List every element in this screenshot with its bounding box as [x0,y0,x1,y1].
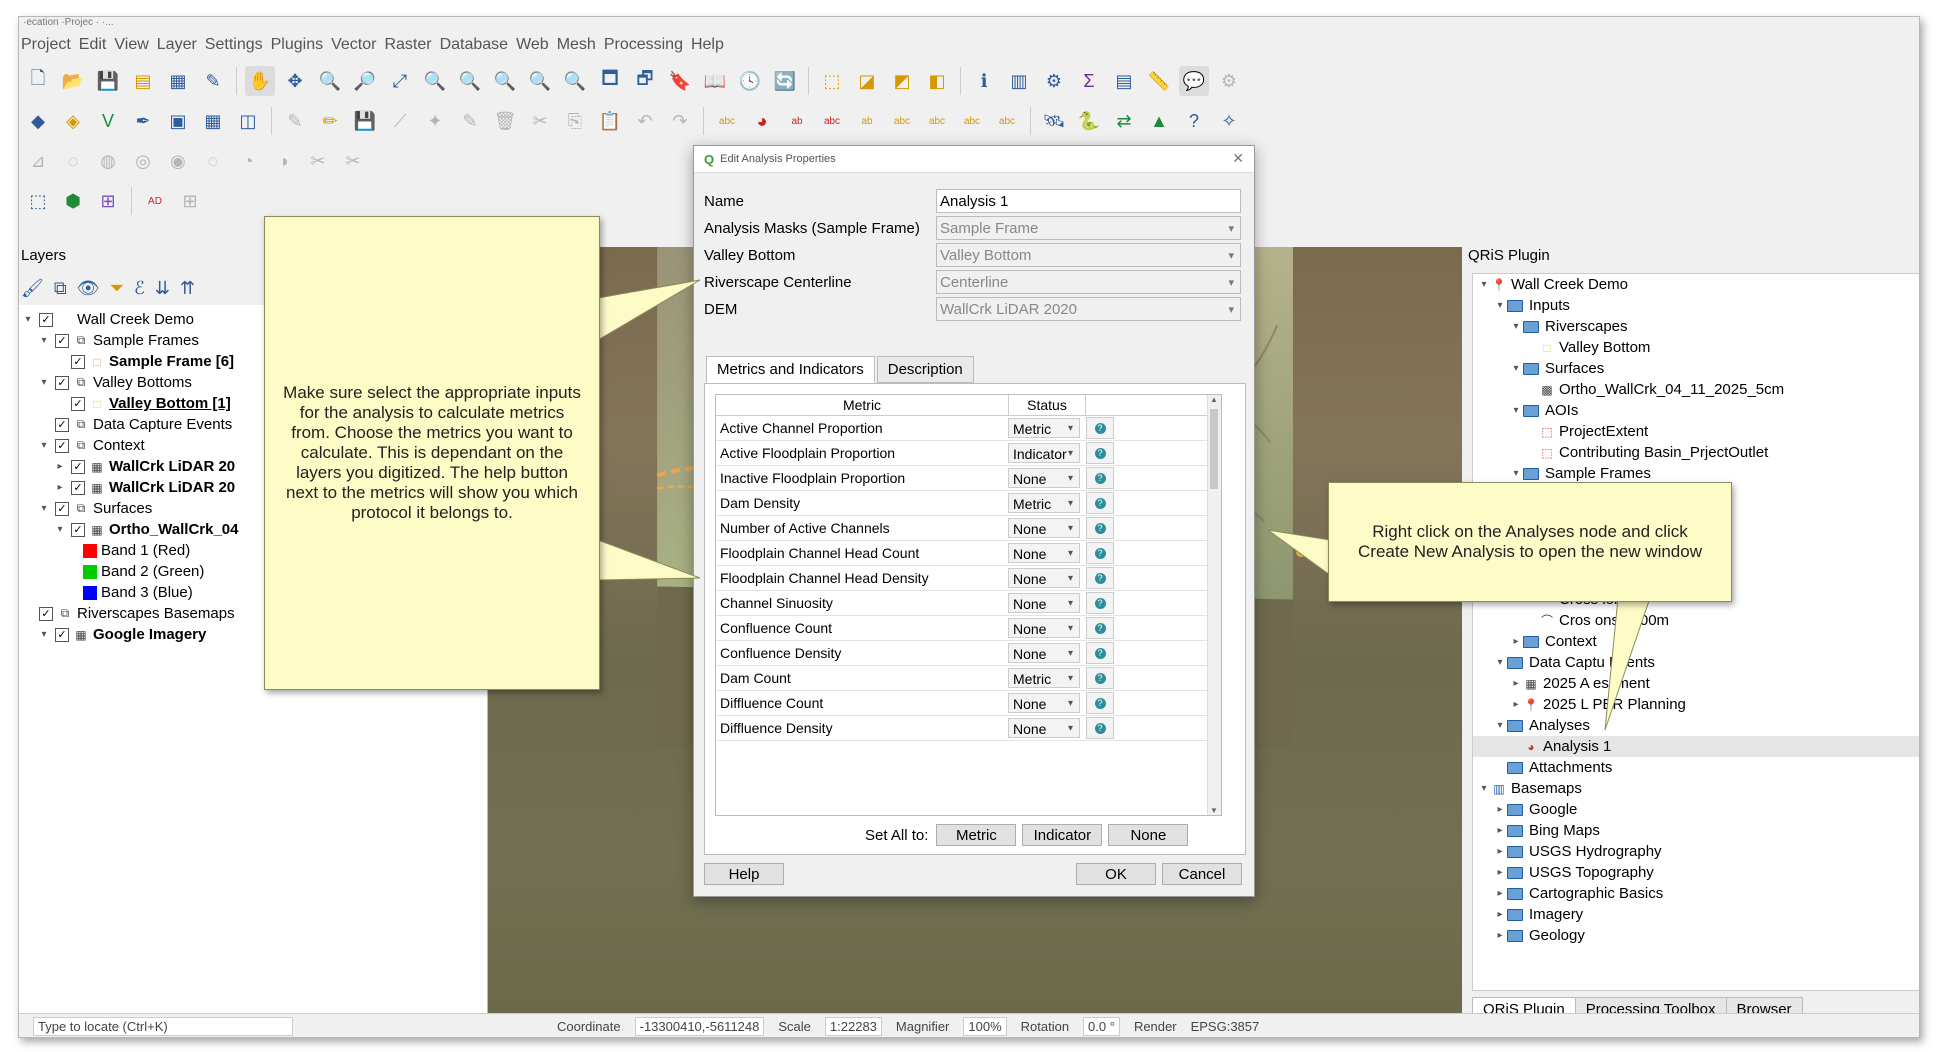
right-instruction-callout: Right click on the Analyses node and cli… [1328,482,1732,602]
left-instruction-callout: Make sure select the appropriate inputs … [264,216,600,690]
